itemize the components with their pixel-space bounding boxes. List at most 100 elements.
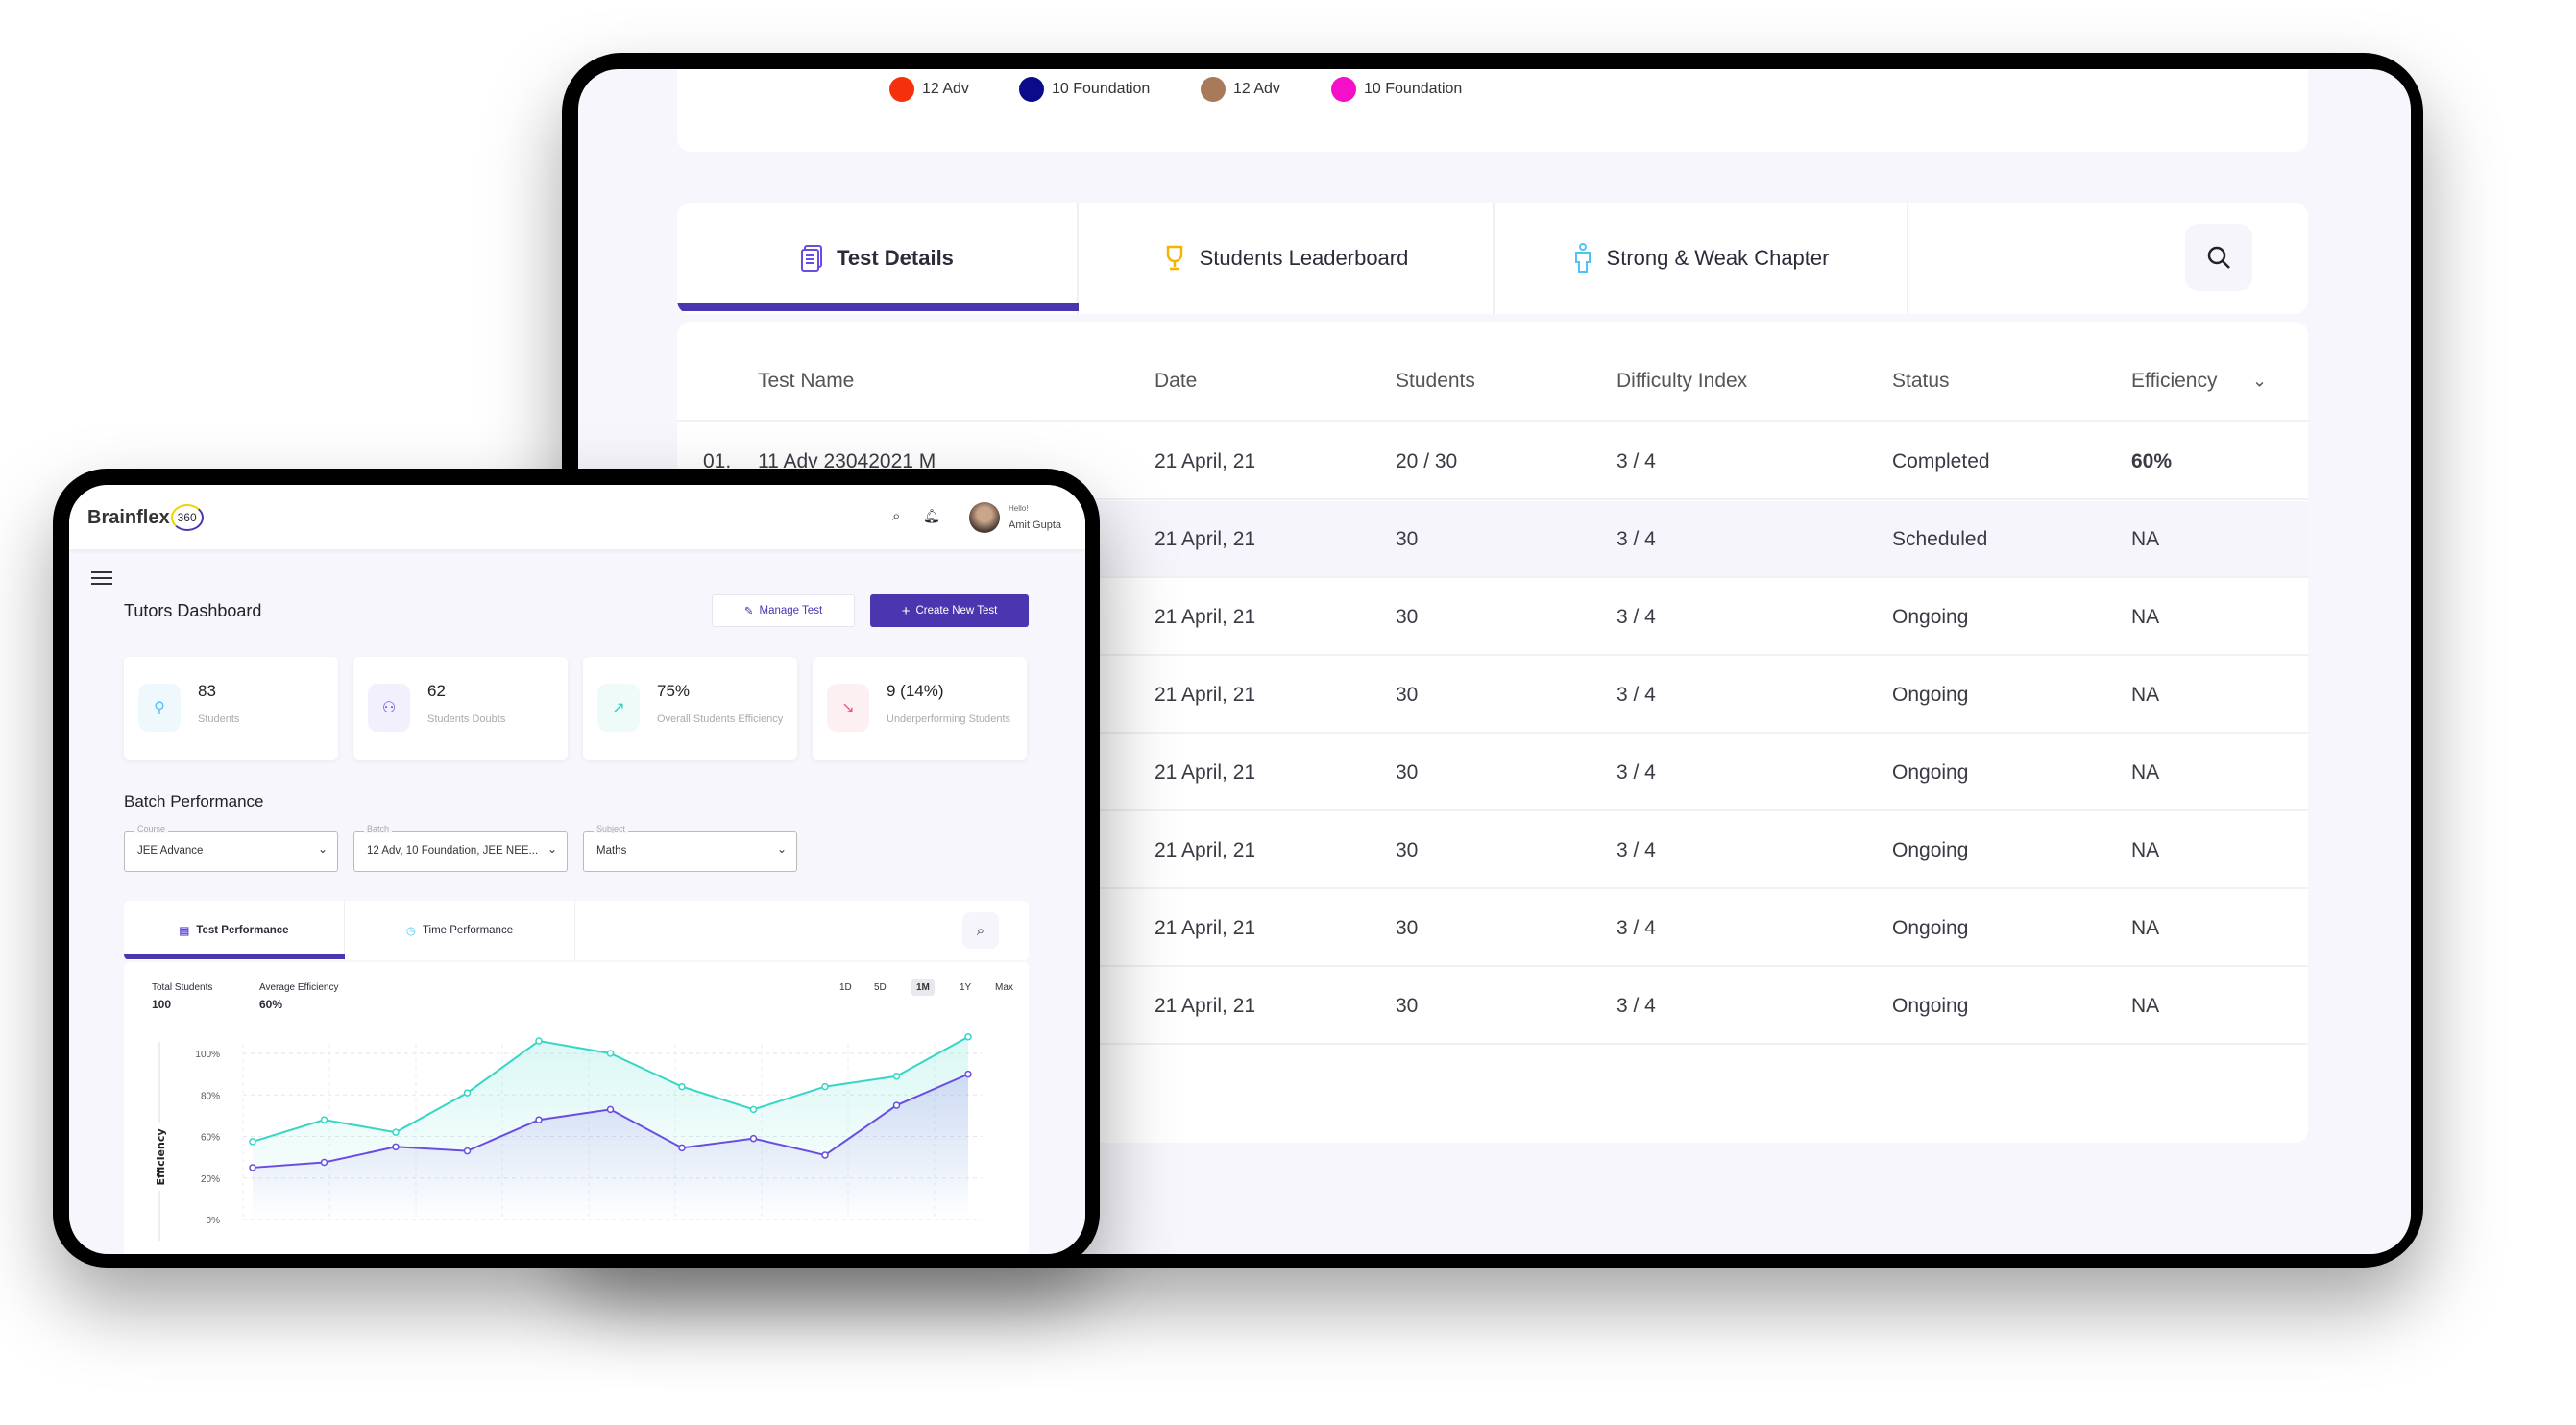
filter-course-select[interactable]: Course JEE Advance ⌄ [124,824,338,872]
data-point[interactable] [606,1050,615,1057]
stat-label: Overall Students Efficiency [657,713,784,725]
legend-dot [1201,77,1226,102]
table-header: Test Name Date Students Difficulty Index… [677,322,2308,422]
data-point[interactable] [606,1105,615,1114]
active-tab-indicator [677,303,1079,311]
cell-status: Ongoing [1892,839,1969,861]
data-point[interactable] [249,1164,256,1171]
cell-status: Ongoing [1892,606,1969,628]
cell-efficiency: NA [2131,917,2160,939]
tab-strong-weak-chapter[interactable]: Strong & Weak Chapter [1495,203,1908,314]
data-point[interactable] [535,1116,543,1123]
tab-test-performance[interactable]: ▤ Test Performance [124,901,345,960]
front-tablet-screen: Brainflex 360 ⌕ 🔔︎ Hello! Amit Gupta Tut… [69,485,1085,1254]
header-date[interactable]: Date [1154,370,1197,393]
legend-item[interactable]: 10 Foundation [1331,77,1462,102]
header-efficiency[interactable]: Efficiency [2131,370,2218,393]
cell-date: 21 April, 21 [1154,761,1256,784]
legend-label: 12 Adv [922,81,969,97]
create-label: Create New Test [915,605,998,616]
legend-dot [1019,77,1044,102]
efficiency-chart: 100% 80% 60% 20% 0% Efficiency [151,1032,983,1241]
avatar[interactable] [969,502,1000,533]
batch-performance-title: Batch Performance [124,792,264,810]
y-tick-label: 60% [201,1133,220,1144]
tab-bar: Test Details Students Leaderboard Strong… [677,203,2308,314]
cell-date: 21 April, 21 [1154,528,1256,550]
legend-item[interactable]: 10 Foundation [1019,77,1150,102]
data-point[interactable] [463,1147,472,1155]
active-tab-indicator [124,954,345,959]
y-tick-label: 100% [195,1050,220,1060]
filter-batch-select[interactable]: Batch 12 Adv, 10 Foundation, JEE NEE... ⌄ [353,824,568,872]
table-search-button[interactable] [2185,224,2252,291]
legend-item[interactable]: 12 Adv [889,77,969,102]
chevron-down-icon[interactable]: ⌄ [2252,372,2267,392]
cell-difficulty: 3 / 4 [1616,839,1656,861]
filter-caption: Course [134,824,169,833]
manage-label: Manage Test [759,605,823,616]
tab-test-details[interactable]: Test Details [677,203,1079,314]
trend-down-icon: ↘ [827,684,869,732]
cell-date: 21 April, 21 [1154,684,1256,706]
question-person-icon: ⚇ [368,684,410,732]
cell-status: Ongoing [1892,761,1969,784]
data-point[interactable] [821,1151,829,1159]
logo[interactable]: Brainflex 360 [87,504,204,531]
y-tick-label: 0% [207,1216,221,1226]
stat-value: 62 [427,682,446,700]
logo-text: Brainflex [87,506,170,528]
data-point[interactable] [678,1082,686,1091]
search-icon [2207,246,2230,269]
cell-difficulty: 3 / 4 [1616,995,1656,1017]
data-point[interactable] [463,1089,472,1097]
search-icon[interactable]: ⌕ [892,508,900,524]
data-point[interactable] [749,1105,758,1114]
data-point[interactable] [892,1073,901,1080]
cell-efficiency: 60% [2131,450,2173,472]
header-students[interactable]: Students [1396,370,1475,393]
chart-search-button[interactable]: ⌕ [962,912,999,949]
cell-status: Ongoing [1892,917,1969,939]
data-point[interactable] [678,1144,686,1152]
person-icon: ⚲ [138,684,181,732]
data-point[interactable] [821,1082,829,1091]
user-greeting: Hello! [1009,504,1029,513]
data-point[interactable] [392,1128,400,1136]
data-point[interactable] [964,1032,972,1041]
cell-date: 21 April, 21 [1154,606,1256,628]
data-point[interactable] [392,1143,400,1151]
tab-time-performance[interactable]: ◷ Time Performance [345,901,575,960]
bell-icon[interactable]: 🔔︎ [923,508,940,524]
legend-item[interactable]: 12 Adv [1201,77,1280,102]
clipboard-icon: ▤ [179,926,190,937]
tab-students-leaderboard[interactable]: Students Leaderboard [1079,203,1495,314]
cell-students: 30 [1396,995,1419,1017]
header-test-name[interactable]: Test Name [758,370,854,393]
data-point[interactable] [320,1116,328,1123]
header-status[interactable]: Status [1892,370,1950,393]
chevron-down-icon: ⌄ [317,842,328,856]
tab-label: Test Details [837,246,954,270]
header-difficulty[interactable]: Difficulty Index [1616,370,1747,393]
stat-card: ⚇ 62 Students Doubts [353,657,568,760]
cell-status: Ongoing [1892,995,1969,1017]
chevron-down-icon: ⌄ [776,842,787,856]
tab-label: Strong & Weak Chapter [1606,246,1830,270]
data-point[interactable] [249,1138,256,1146]
hamburger-menu-icon[interactable] [91,571,112,585]
cell-students: 30 [1396,684,1419,706]
cell-students: 30 [1396,917,1419,939]
cell-efficiency: NA [2131,995,2160,1017]
cell-students: 30 [1396,839,1419,861]
data-point[interactable] [892,1101,901,1109]
create-new-test-button[interactable]: + Create New Test [870,594,1029,627]
data-point[interactable] [749,1134,758,1143]
data-point[interactable] [964,1070,972,1078]
manage-test-button[interactable]: ✎ Manage Test [712,594,855,627]
trophy-icon [1166,245,1182,271]
data-point[interactable] [535,1037,543,1045]
filter-subject-select[interactable]: Subject Maths ⌄ [583,824,797,872]
legend-card: 12 Adv 10 Foundation 12 Adv 10 Foundation [677,69,2308,152]
data-point[interactable] [320,1158,328,1167]
